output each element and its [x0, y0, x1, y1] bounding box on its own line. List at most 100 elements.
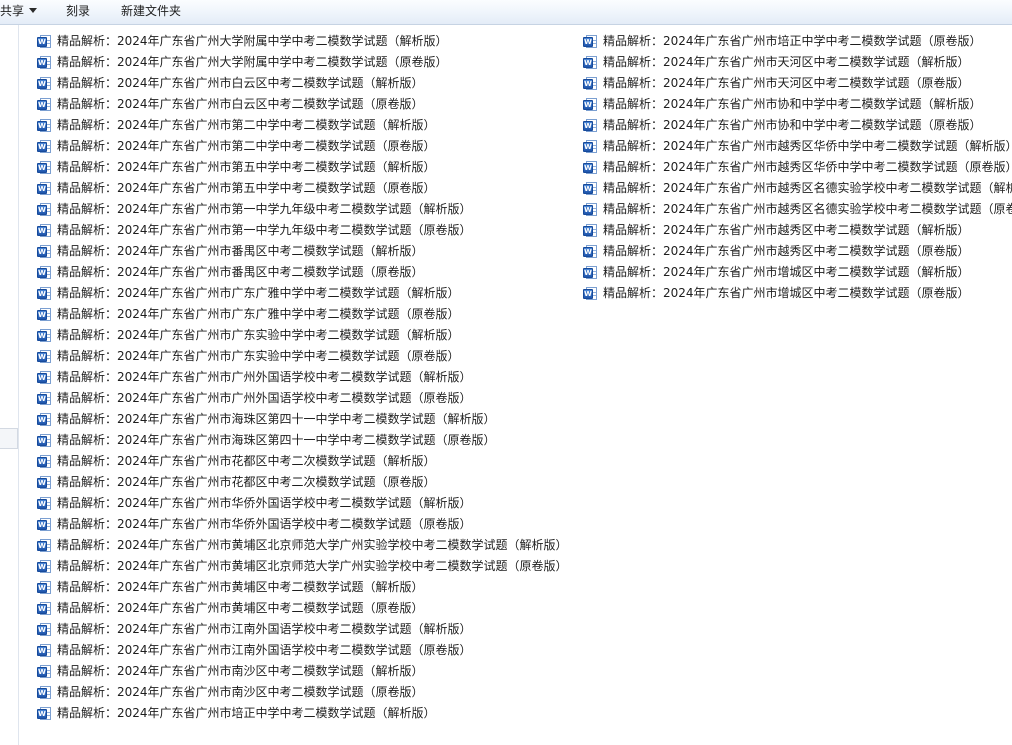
word-document-icon: W — [37, 685, 52, 700]
command-bar: 共享 刻录 新建文件夹 — [0, 0, 1012, 25]
file-item[interactable]: W 精品解析：2024年广东省广州市华侨外国语学校中考二模数学试题（原卷版） — [37, 514, 568, 535]
file-item[interactable]: W 精品解析：2024年广东省广州市协和中学中考二模数学试题（原卷版） — [583, 115, 1012, 136]
file-name: 精品解析：2024年广东省广州大学附属中学中考二模数学试题（解析版） — [57, 34, 448, 48]
file-item[interactable]: W 精品解析：2024年广东省广州市培正中学中考二模数学试题（原卷版） — [583, 31, 1012, 52]
file-name: 精品解析：2024年广东省广州市广东广雅中学中考二模数学试题（解析版） — [57, 286, 460, 300]
new-folder-button[interactable]: 新建文件夹 — [121, 0, 181, 24]
file-item[interactable]: W 精品解析：2024年广东省广州市南沙区中考二模数学试题（原卷版） — [37, 682, 568, 703]
file-name: 精品解析：2024年广东省广州市南沙区中考二模数学试题（原卷版） — [57, 685, 424, 699]
file-item[interactable]: W 精品解析：2024年广东省广州市越秀区华侨中学中考二模数学试题（解析版） — [583, 136, 1012, 157]
file-item[interactable]: W 精品解析：2024年广东省广州市广东实验中学中考二模数学试题（原卷版） — [37, 346, 568, 367]
word-document-icon: W — [37, 139, 52, 154]
file-name: 精品解析：2024年广东省广州市第五中学中考二模数学试题（原卷版） — [57, 181, 436, 195]
file-name: 精品解析：2024年广东省广州市越秀区华侨中学中考二模数学试题（原卷版） — [603, 160, 1012, 174]
file-item[interactable]: W 精品解析：2024年广东省广州市广东广雅中学中考二模数学试题（原卷版） — [37, 304, 568, 325]
file-name: 精品解析：2024年广东省广州市黄埔区中考二模数学试题（解析版） — [57, 580, 424, 594]
word-document-icon: W — [37, 538, 52, 553]
file-name: 精品解析：2024年广东省广州市海珠区第四十一中学中考二模数学试题（原卷版） — [57, 433, 496, 447]
file-item[interactable]: W 精品解析：2024年广东省广州市第五中学中考二模数学试题（原卷版） — [37, 178, 568, 199]
file-list-view: W 精品解析：2024年广东省广州大学附属中学中考二模数学试题（解析版） W 精品解析… — [20, 25, 1012, 745]
word-document-icon: W — [37, 76, 52, 91]
file-item[interactable]: W 精品解析：2024年广东省广州大学附属中学中考二模数学试题（解析版） — [37, 31, 568, 52]
file-item[interactable]: W 精品解析：2024年广东省广州市江南外国语学校中考二模数学试题（解析版） — [37, 619, 568, 640]
file-item[interactable]: W 精品解析：2024年广东省广州市江南外国语学校中考二模数学试题（原卷版） — [37, 640, 568, 661]
share-menu-button[interactable]: 共享 — [0, 0, 38, 24]
file-item[interactable]: W 精品解析：2024年广东省广州市协和中学中考二模数学试题（解析版） — [583, 94, 1012, 115]
file-item[interactable]: W 精品解析：2024年广东省广州市越秀区名德实验学校中考二模数学试题（解析 — [583, 178, 1012, 199]
file-name: 精品解析：2024年广东省广州市越秀区名德实验学校中考二模数学试题（原卷 — [603, 202, 1012, 216]
word-document-icon: W — [37, 391, 52, 406]
file-item[interactable]: W 精品解析：2024年广东省广州市广州外国语学校中考二模数学试题（解析版） — [37, 367, 568, 388]
file-item[interactable]: W 精品解析：2024年广东省广州市海珠区第四十一中学中考二模数学试题（解析版） — [37, 409, 568, 430]
word-document-icon: W — [583, 223, 598, 238]
file-item[interactable]: W 精品解析：2024年广东省广州市天河区中考二模数学试题（解析版） — [583, 52, 1012, 73]
file-item[interactable]: W 精品解析：2024年广东省广州市增城区中考二模数学试题（解析版） — [583, 262, 1012, 283]
file-item[interactable]: W 精品解析：2024年广东省广州大学附属中学中考二模数学试题（原卷版） — [37, 52, 568, 73]
file-item[interactable]: W 精品解析：2024年广东省广州市花都区中考二次模数学试题（原卷版） — [37, 472, 568, 493]
word-document-icon: W — [37, 454, 52, 469]
file-item[interactable]: W 精品解析：2024年广东省广州市培正中学中考二模数学试题（解析版） — [37, 703, 568, 724]
word-document-icon: W — [37, 643, 52, 658]
share-label: 共享 — [0, 4, 25, 18]
file-name: 精品解析：2024年广东省广州市番禺区中考二模数学试题（原卷版） — [57, 265, 424, 279]
file-item[interactable]: W 精品解析：2024年广东省广州市越秀区名德实验学校中考二模数学试题（原卷 — [583, 199, 1012, 220]
word-document-icon: W — [37, 622, 52, 637]
file-name: 精品解析：2024年广东省广州市越秀区名德实验学校中考二模数学试题（解析 — [603, 181, 1012, 195]
word-document-icon: W — [583, 139, 598, 154]
burn-button[interactable]: 刻录 — [66, 0, 90, 24]
word-document-icon: W — [37, 307, 52, 322]
file-item[interactable]: W 精品解析：2024年广东省广州市第一中学九年级中考二模数学试题（原卷版） — [37, 220, 568, 241]
file-name: 精品解析：2024年广东省广州市培正中学中考二模数学试题（解析版） — [57, 706, 436, 720]
file-name: 精品解析：2024年广东省广州市番禺区中考二模数学试题（解析版） — [57, 244, 424, 258]
file-item[interactable]: W 精品解析：2024年广东省广州市华侨外国语学校中考二模数学试题（解析版） — [37, 493, 568, 514]
file-name: 精品解析：2024年广东省广州大学附属中学中考二模数学试题（原卷版） — [57, 55, 448, 69]
file-item[interactable]: W 精品解析：2024年广东省广州市白云区中考二模数学试题（原卷版） — [37, 94, 568, 115]
file-item[interactable]: W 精品解析：2024年广东省广州市增城区中考二模数学试题（原卷版） — [583, 283, 1012, 304]
word-document-icon: W — [37, 181, 52, 196]
file-item[interactable]: W 精品解析：2024年广东省广州市广州外国语学校中考二模数学试题（原卷版） — [37, 388, 568, 409]
file-item[interactable]: W 精品解析：2024年广东省广州市越秀区中考二模数学试题（原卷版） — [583, 241, 1012, 262]
file-name: 精品解析：2024年广东省广州市江南外国语学校中考二模数学试题（原卷版） — [57, 643, 472, 657]
file-item[interactable]: W 精品解析：2024年广东省广州市第二中学中考二模数学试题（解析版） — [37, 115, 568, 136]
file-item[interactable]: W 精品解析：2024年广东省广州市第一中学九年级中考二模数学试题（解析版） — [37, 199, 568, 220]
file-name: 精品解析：2024年广东省广州市广东实验中学中考二模数学试题（解析版） — [57, 328, 460, 342]
file-item[interactable]: W 精品解析：2024年广东省广州市天河区中考二模数学试题（原卷版） — [583, 73, 1012, 94]
file-item[interactable]: W 精品解析：2024年广东省广州市黄埔区中考二模数学试题（原卷版） — [37, 598, 568, 619]
file-name: 精品解析：2024年广东省广州市协和中学中考二模数学试题（原卷版） — [603, 118, 982, 132]
file-item[interactable]: W 精品解析：2024年广东省广州市黄埔区中考二模数学试题（解析版） — [37, 577, 568, 598]
file-item[interactable]: W 精品解析：2024年广东省广州市黄埔区北京师范大学广州实验学校中考二模数学试题… — [37, 535, 568, 556]
file-column-left: W 精品解析：2024年广东省广州大学附属中学中考二模数学试题（解析版） W 精品解析… — [37, 31, 568, 724]
word-document-icon: W — [37, 559, 52, 574]
word-document-icon: W — [37, 433, 52, 448]
word-document-icon: W — [37, 55, 52, 70]
file-name: 精品解析：2024年广东省广州市协和中学中考二模数学试题（解析版） — [603, 97, 982, 111]
file-item[interactable]: W 精品解析：2024年广东省广州市广东广雅中学中考二模数学试题（解析版） — [37, 283, 568, 304]
file-name: 精品解析：2024年广东省广州市广东实验中学中考二模数学试题（原卷版） — [57, 349, 460, 363]
word-document-icon: W — [37, 601, 52, 616]
file-item[interactable]: W 精品解析：2024年广东省广州市南沙区中考二模数学试题（解析版） — [37, 661, 568, 682]
word-document-icon: W — [583, 118, 598, 133]
file-name: 精品解析：2024年广东省广州市华侨外国语学校中考二模数学试题（原卷版） — [57, 517, 472, 531]
file-name: 精品解析：2024年广东省广州市白云区中考二模数学试题（原卷版） — [57, 97, 424, 111]
word-document-icon: W — [583, 34, 598, 49]
file-name: 精品解析：2024年广东省广州市白云区中考二模数学试题（解析版） — [57, 76, 424, 90]
file-item[interactable]: W 精品解析：2024年广东省广州市越秀区华侨中学中考二模数学试题（原卷版） — [583, 157, 1012, 178]
file-item[interactable]: W 精品解析：2024年广东省广州市第二中学中考二模数学试题（原卷版） — [37, 136, 568, 157]
word-document-icon: W — [583, 160, 598, 175]
file-item[interactable]: W 精品解析：2024年广东省广州市黄埔区北京师范大学广州实验学校中考二模数学试题… — [37, 556, 568, 577]
file-item[interactable]: W 精品解析：2024年广东省广州市番禺区中考二模数学试题（解析版） — [37, 241, 568, 262]
word-document-icon: W — [37, 202, 52, 217]
word-document-icon: W — [583, 97, 598, 112]
file-item[interactable]: W 精品解析：2024年广东省广州市越秀区中考二模数学试题（解析版） — [583, 220, 1012, 241]
file-item[interactable]: W 精品解析：2024年广东省广州市番禺区中考二模数学试题（原卷版） — [37, 262, 568, 283]
file-item[interactable]: W 精品解析：2024年广东省广州市白云区中考二模数学试题（解析版） — [37, 73, 568, 94]
file-name: 精品解析：2024年广东省广州市天河区中考二模数学试题（解析版） — [603, 55, 970, 69]
word-document-icon: W — [37, 223, 52, 238]
file-name: 精品解析：2024年广东省广州市增城区中考二模数学试题（原卷版） — [603, 286, 970, 300]
file-item[interactable]: W 精品解析：2024年广东省广州市海珠区第四十一中学中考二模数学试题（原卷版） — [37, 430, 568, 451]
file-item[interactable]: W 精品解析：2024年广东省广州市第五中学中考二模数学试题（解析版） — [37, 157, 568, 178]
file-item[interactable]: W 精品解析：2024年广东省广州市广东实验中学中考二模数学试题（解析版） — [37, 325, 568, 346]
navigation-pane-splitter[interactable] — [0, 428, 18, 449]
word-document-icon: W — [583, 286, 598, 301]
file-item[interactable]: W 精品解析：2024年广东省广州市花都区中考二次模数学试题（解析版） — [37, 451, 568, 472]
